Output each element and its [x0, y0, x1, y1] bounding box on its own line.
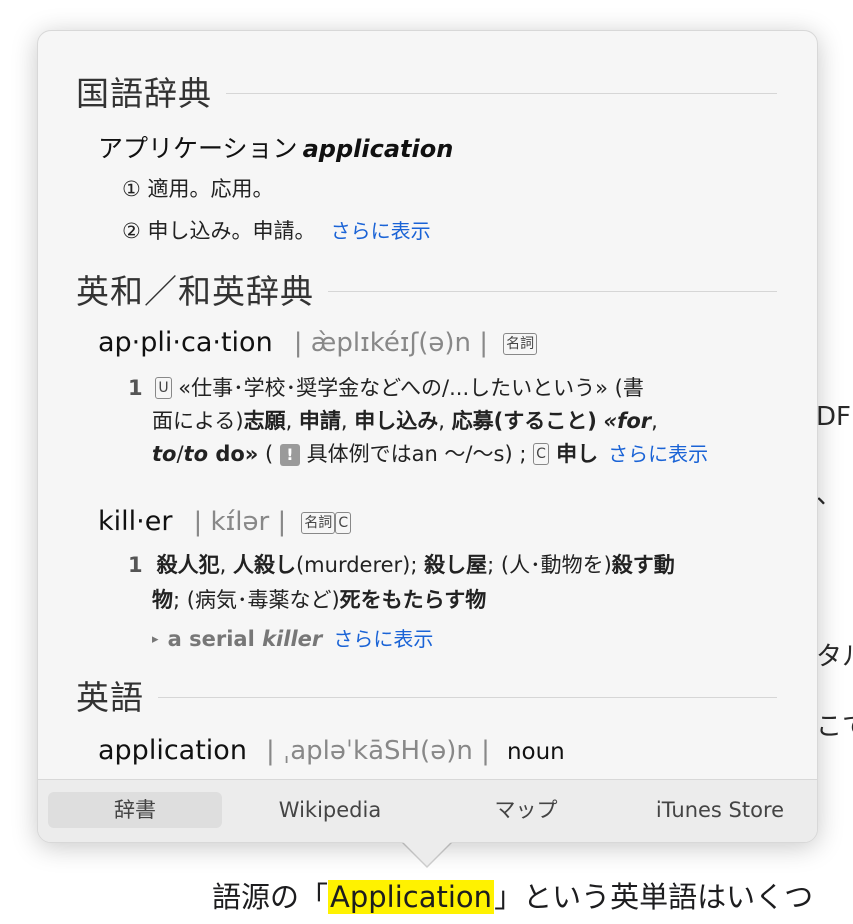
usage-pattern: do»	[208, 442, 259, 466]
headword-jp: アプリケーション	[98, 134, 298, 163]
background-text-fragment: DF	[816, 402, 851, 432]
highlighted-word[interactable]: Application	[328, 880, 495, 914]
definition-text: 面による)	[152, 409, 244, 433]
separator: ,	[219, 553, 233, 577]
definition-text: «仕事･学校･奨学金などへの/...したいという» (書	[178, 376, 644, 400]
headword: kill·er	[98, 506, 173, 537]
section-divider	[158, 696, 777, 698]
definition-term: 応募(すること)	[451, 409, 597, 433]
definition-text: (murderer);	[295, 553, 425, 577]
eiwa-entry1-headword: ap·pli·ca·tion | æ̀plɪkéɪʃ(ə)n | 名詞	[98, 327, 538, 358]
show-more-link[interactable]: さらに表示	[608, 442, 708, 466]
popover-arrow	[401, 840, 453, 866]
usage-pattern: to	[152, 442, 177, 466]
background-text-fragment: タル	[816, 642, 853, 672]
example-emphasis: killer	[262, 627, 323, 651]
separator: ,	[651, 409, 658, 433]
uncountable-badge: U	[155, 377, 172, 399]
line-after: 」という英単語はいくつ	[494, 880, 814, 914]
eiwa-entry2-headword: kill·er | kɪ́lər | 名詞 C	[98, 506, 352, 537]
definition-text: ; (病気･毒薬など)	[173, 588, 340, 612]
eiwa-entry2-line2: 物; (病気･毒薬など)死をもたらす物	[152, 584, 486, 614]
background-text-fragment: こて	[816, 712, 853, 742]
section-header-eigo: 英語	[76, 675, 777, 717]
section-title: 英語	[76, 678, 144, 717]
definition-term: 死をもたらす物	[339, 588, 487, 612]
background-text-line: 語源の「Application」という英単語はいくつ	[212, 874, 813, 916]
pos-badge: 名詞	[301, 512, 336, 534]
kokugo-sense-2: ② 申し込み。申請。 さらに表示	[122, 215, 431, 245]
pronunciation: | kɪ́lər |	[193, 507, 287, 537]
show-more-link[interactable]: さらに表示	[333, 627, 433, 651]
tab-itunes-store[interactable]: iTunes Store	[630, 792, 810, 828]
section-title: 国語辞典	[76, 74, 212, 113]
section-divider	[226, 92, 777, 94]
eiwa-entry1-line2: 面による)志願, 申請, 申し込み, 応募(すること) «for,	[152, 405, 658, 435]
definition-term: 申請	[298, 409, 341, 433]
eiwa-entry1-line1: 1 U «仕事･学校･奨学金などへの/...したいという» (書	[128, 372, 644, 402]
sense-text: ② 申し込み。申請。	[122, 219, 316, 243]
pronunciation: | ˌapləˈkāSH(ə)n |	[266, 736, 490, 766]
pronunciation: | æ̀plɪkéɪʃ(ə)n |	[293, 328, 489, 358]
definition-term: 申し込み	[354, 409, 439, 433]
definition-term: 人殺し	[232, 553, 296, 577]
part-of-speech: noun	[506, 739, 565, 765]
tab-dictionary[interactable]: 辞書	[48, 792, 222, 828]
lookup-popover: 国語辞典 アプリケーション application ① 適用。応用。 ② 申し込…	[37, 30, 818, 843]
warning-icon: !	[279, 444, 300, 466]
kokugo-headword: アプリケーション application	[98, 129, 453, 165]
usage-pattern: to	[183, 442, 209, 466]
definition-term: 殺す動	[611, 553, 675, 577]
separator: /	[176, 442, 184, 466]
definition-term: 殺人犯	[156, 553, 220, 577]
separator: (	[258, 442, 280, 466]
section-header-eiwa: 英和／和英辞典	[76, 269, 777, 311]
eigo-headword: application | ˌapləˈkāSH(ə)n | noun	[98, 735, 565, 766]
usage-pattern: «for	[603, 409, 652, 433]
separator: ,	[438, 409, 452, 433]
headword: application	[98, 735, 247, 766]
eiwa-entry2-line1: 1 殺人犯, 人殺し(murderer); 殺し屋; (人･動物を)殺す動	[128, 549, 675, 579]
tab-wikipedia[interactable]: Wikipedia	[238, 792, 422, 828]
disclosure-triangle-icon[interactable]: ▸	[152, 632, 159, 647]
kokugo-sense-1: ① 適用。応用。	[122, 177, 274, 201]
separator: ,	[285, 409, 299, 433]
definition-text: ; (人･動物を)	[487, 553, 612, 577]
dictionary-content[interactable]: 国語辞典 アプリケーション application ① 適用。応用。 ② 申し込…	[38, 31, 817, 779]
sense-number: 1	[128, 553, 143, 577]
headword-en: application	[302, 135, 454, 163]
source-tab-bar: 辞書 Wikipedia マップ iTunes Store	[38, 779, 817, 842]
countable-badge: C	[533, 443, 549, 465]
example-text: a serial	[167, 627, 263, 651]
separator: ,	[340, 409, 355, 433]
eiwa-entry1-line3: to/to do» ( ! 具体例ではan ～/～s) ; C 申し さらに表示	[152, 438, 708, 468]
section-divider	[328, 290, 777, 292]
line-before: 語源の「	[212, 880, 329, 914]
definition-term: 志願	[243, 409, 286, 433]
definition-term: 殺し屋	[424, 553, 488, 577]
note-text: 具体例ではan ～/～s) ;	[299, 442, 534, 466]
eiwa-entry2-example[interactable]: ▸ a serial killer さらに表示	[152, 623, 433, 652]
definition-term: 申し	[548, 442, 599, 466]
show-more-link[interactable]: さらに表示	[331, 219, 431, 243]
headword: ap·pli·ca·tion	[98, 327, 273, 358]
pos-badge: 名詞	[503, 333, 538, 355]
countable-badge: C	[335, 512, 352, 534]
sense-number: 1	[128, 376, 143, 400]
separator	[597, 409, 604, 433]
tab-maps[interactable]: マップ	[438, 792, 614, 828]
background-text-fragment: 、	[816, 480, 843, 510]
definition-term: 物	[152, 588, 173, 612]
section-header-kokugo: 国語辞典	[76, 71, 777, 113]
section-title: 英和／和英辞典	[76, 272, 314, 311]
